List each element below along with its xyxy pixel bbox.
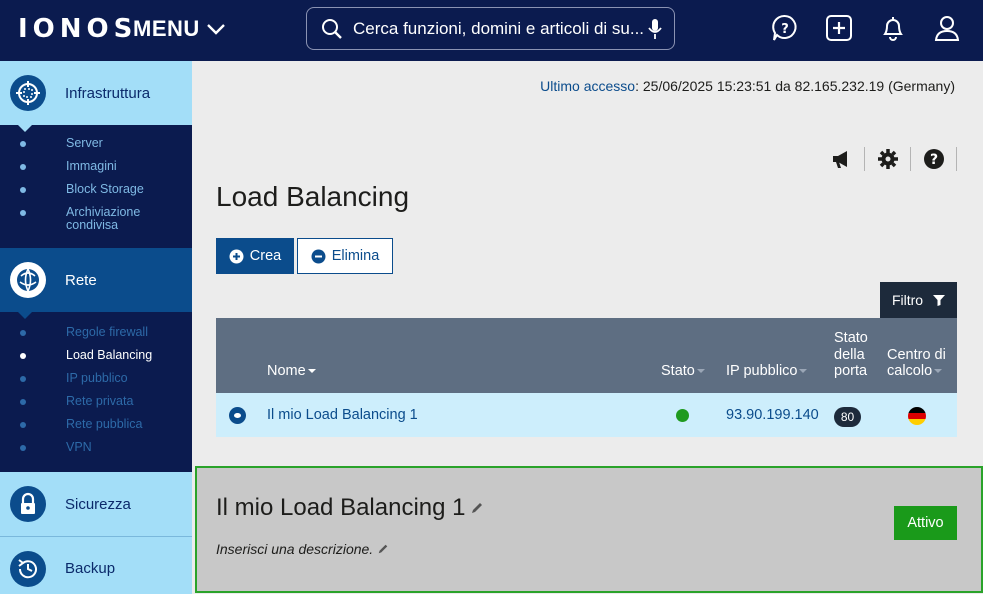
detail-description-wrap: Inserisci una descrizione. bbox=[216, 541, 389, 557]
create-button-label: Crea bbox=[249, 248, 282, 264]
detail-description: Inserisci una descrizione. bbox=[216, 541, 374, 557]
menu-label: MENU bbox=[133, 16, 200, 41]
search-box[interactable]: Cerca funzioni, domini e articoli di su.… bbox=[306, 7, 675, 50]
sidebar-section-rete[interactable]: Rete bbox=[0, 248, 192, 319]
chevron-down-icon bbox=[206, 24, 225, 35]
sidebar-section-sicurezza[interactable]: Sicurezza bbox=[0, 472, 192, 536]
sort-caret-icon bbox=[307, 369, 316, 374]
column-header-nome[interactable]: Nome bbox=[267, 363, 316, 379]
top-bar: IONOS MENU Cerca funzioni, domini e arti… bbox=[0, 0, 983, 61]
last-access-label[interactable]: Ultimo accesso bbox=[540, 78, 635, 94]
column-header-ip-pubblico[interactable]: IP pubblico bbox=[726, 363, 808, 379]
menu-button[interactable]: MENU bbox=[133, 16, 226, 42]
sidebar-item-immagini[interactable]: Immagini bbox=[0, 160, 192, 173]
page-title: Load Balancing bbox=[216, 181, 410, 212]
microphone-icon[interactable] bbox=[648, 18, 662, 40]
sidebar-section-backup[interactable]: Backup bbox=[0, 536, 192, 594]
sidebar-section-label: Backup bbox=[65, 560, 116, 577]
main-content: Ultimo accesso: 25/06/2025 15:23:51 da 8… bbox=[193, 61, 983, 594]
funnel-icon bbox=[933, 295, 946, 306]
filter-button-label: Filtro bbox=[891, 292, 924, 308]
add-icon[interactable] bbox=[825, 14, 853, 44]
column-header-centro-calcolo[interactable]: Centro di calcolo bbox=[887, 347, 953, 379]
section-notch bbox=[18, 312, 32, 319]
bell-icon[interactable] bbox=[879, 14, 907, 44]
port-badge: 80 bbox=[834, 407, 861, 427]
row-radio-button[interactable] bbox=[229, 407, 246, 424]
svg-text:?: ? bbox=[929, 152, 937, 168]
detail-title-wrap: Il mio Load Balancing 1 bbox=[216, 494, 484, 522]
page-tools: ? bbox=[819, 147, 957, 171]
column-label: Nome bbox=[267, 363, 306, 379]
pencil-edit-icon[interactable] bbox=[470, 501, 484, 515]
sidebar-item-vpn[interactable]: VPN bbox=[0, 441, 192, 454]
status-badge: Attivo bbox=[894, 506, 957, 540]
germany-flag-icon bbox=[908, 407, 926, 425]
submenu-rete: Regole firewall Load Balancing IP pubbli… bbox=[0, 312, 192, 470]
delete-button[interactable]: Elimina bbox=[297, 238, 393, 274]
network-icon bbox=[10, 262, 46, 298]
lock-icon bbox=[10, 486, 46, 522]
sort-caret-icon bbox=[696, 369, 705, 374]
column-label: Centro di calcolo bbox=[887, 347, 946, 379]
sidebar: Infrastruttura Server Immagini Block Sto… bbox=[0, 61, 192, 594]
megaphone-icon[interactable] bbox=[819, 147, 865, 171]
column-header-stato-porta[interactable]: Stato della porta bbox=[834, 330, 874, 380]
last-access-info: Ultimo accesso: 25/06/2025 15:23:51 da 8… bbox=[540, 78, 955, 94]
sidebar-item-rete-pubblica[interactable]: Rete pubblica bbox=[0, 418, 192, 431]
gear-icon[interactable] bbox=[865, 147, 911, 171]
sidebar-item-server[interactable]: Server bbox=[0, 137, 192, 150]
search-icon bbox=[322, 18, 342, 39]
sort-caret-icon bbox=[934, 369, 943, 374]
column-label: Stato della porta bbox=[834, 330, 868, 379]
column-header-stato[interactable]: Stato bbox=[661, 363, 705, 379]
user-icon[interactable] bbox=[933, 14, 961, 44]
plus-circle-icon bbox=[229, 249, 244, 263]
sidebar-item-ip-pubblico[interactable]: IP pubblico bbox=[0, 372, 192, 385]
sidebar-item-rete-privata[interactable]: Rete privata bbox=[0, 395, 192, 408]
sidebar-item-archiviazione-condivisa[interactable]: Archiviazione condivisa bbox=[0, 206, 150, 232]
detail-panel: Il mio Load Balancing 1 Inserisci una de… bbox=[195, 466, 983, 593]
ionos-logo[interactable]: IONOS bbox=[18, 14, 137, 44]
section-notch bbox=[18, 125, 32, 132]
column-label: IP pubblico bbox=[726, 363, 798, 379]
column-label: Stato bbox=[661, 363, 695, 379]
header-actions: ? bbox=[771, 14, 961, 44]
sidebar-section-label: Sicurezza bbox=[65, 495, 131, 513]
sidebar-section-infrastruttura[interactable]: Infrastruttura bbox=[0, 61, 192, 132]
sidebar-item-block-storage[interactable]: Block Storage bbox=[0, 183, 192, 196]
status-active-dot bbox=[676, 409, 689, 422]
filter-button[interactable]: Filtro bbox=[880, 282, 957, 318]
sort-caret-icon bbox=[799, 369, 808, 374]
help-chat-icon[interactable]: ? bbox=[771, 14, 799, 44]
create-button[interactable]: Crea bbox=[216, 238, 294, 274]
minus-circle-icon bbox=[311, 249, 326, 263]
last-access-value: : 25/06/2025 15:23:51 da 82.165.232.19 (… bbox=[635, 78, 955, 94]
infrastructure-icon bbox=[10, 75, 46, 111]
pencil-edit-icon[interactable] bbox=[377, 543, 389, 555]
submenu-infrastruttura: Server Immagini Block Storage Archiviazi… bbox=[0, 125, 192, 248]
delete-button-label: Elimina bbox=[331, 248, 380, 264]
detail-title: Il mio Load Balancing 1 bbox=[216, 494, 466, 521]
search-input[interactable]: Cerca funzioni, domini e articoli di su.… bbox=[353, 19, 648, 39]
help-icon[interactable]: ? bbox=[911, 147, 957, 171]
sidebar-item-regole-firewall[interactable]: Regole firewall bbox=[0, 326, 192, 339]
row-name-link[interactable]: Il mio Load Balancing 1 bbox=[267, 407, 418, 423]
sidebar-section-label: Infrastruttura bbox=[65, 84, 151, 102]
sidebar-section-label: Rete bbox=[65, 271, 97, 289]
row-public-ip-link[interactable]: 93.90.199.140 bbox=[726, 407, 819, 423]
sidebar-item-load-balancing[interactable]: Load Balancing bbox=[0, 349, 192, 362]
table-row[interactable]: Il mio Load Balancing 1 93.90.199.140 80 bbox=[216, 393, 957, 437]
svg-text:?: ? bbox=[781, 22, 789, 37]
backup-icon bbox=[10, 550, 46, 587]
table-header: Nome Stato IP pubblico Stato della porta… bbox=[216, 318, 957, 393]
